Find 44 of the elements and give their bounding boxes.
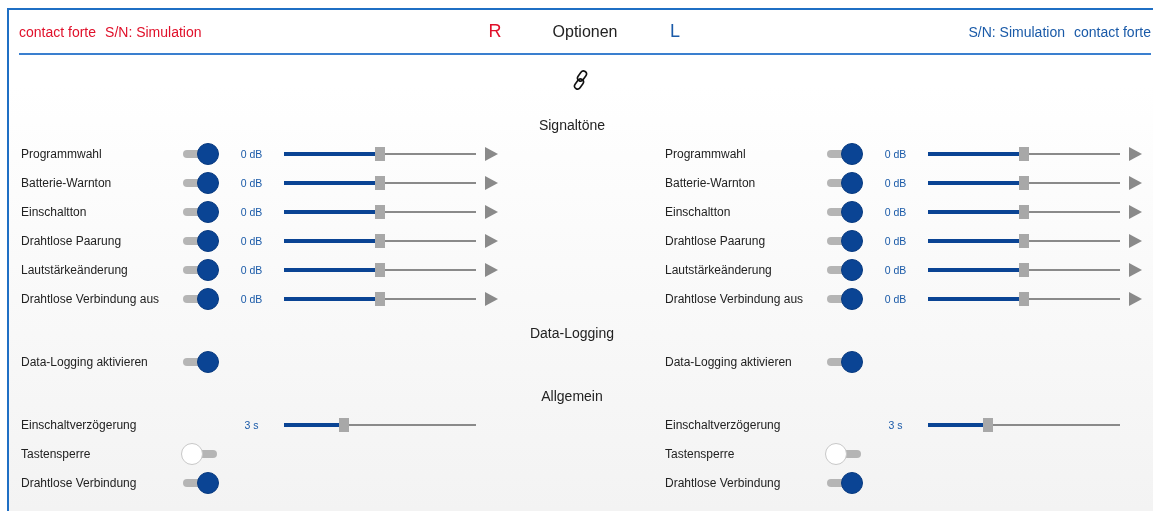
setting-label: Programmwahl xyxy=(21,146,103,161)
setting-label: Batterie-Warnton xyxy=(21,175,113,190)
value-label: 0 dB xyxy=(239,176,264,189)
setting-label: Data-Logging aktivieren xyxy=(665,354,793,369)
value-label: 0 dB xyxy=(883,176,908,189)
setting-label: Einschaltverzögerung xyxy=(665,417,782,432)
setting-label: Drahtlose Verbindung aus xyxy=(21,291,161,306)
setting-label: Programmwahl xyxy=(665,146,747,161)
value-label: 0 dB xyxy=(239,205,264,218)
setting-label: Tastensperre xyxy=(665,446,736,461)
device-name: contact forte xyxy=(1073,23,1151,40)
value-label: 0 dB xyxy=(239,263,264,276)
setting-label: Data-Logging aktivieren xyxy=(21,354,149,369)
setting-label: Lautstärkeänderung xyxy=(21,262,129,277)
page-title: Optionen xyxy=(551,22,619,41)
value-label: 0 dB xyxy=(883,147,908,160)
setting-label: Lautstärkeänderung xyxy=(665,262,773,277)
section-title: Data-Logging xyxy=(528,324,616,343)
setting-label: Drahtlose Verbindung aus xyxy=(665,291,805,306)
value-label: 3 s xyxy=(887,418,904,431)
value-label: 0 dB xyxy=(883,263,908,276)
value-label: 0 dB xyxy=(239,292,264,305)
device-name: contact forte xyxy=(19,23,97,40)
setting-label: Einschaltton xyxy=(665,204,732,219)
setting-label: Einschaltton xyxy=(21,204,88,219)
section-title: Allgemein xyxy=(540,387,604,406)
setting-label: Drahtlose Verbindung xyxy=(21,475,138,490)
value-label: 0 dB xyxy=(239,147,264,160)
setting-label: Tastensperre xyxy=(21,446,92,461)
setting-label: Drahtlose Paarung xyxy=(21,233,123,248)
serial-number: S/N: Simulation xyxy=(105,23,202,40)
setting-label: Einschaltverzögerung xyxy=(21,417,138,432)
value-label: 0 dB xyxy=(239,234,264,247)
value-label: 0 dB xyxy=(883,205,908,218)
side-label: R xyxy=(487,21,503,42)
setting-label: Batterie-Warnton xyxy=(665,175,757,190)
value-label: 0 dB xyxy=(883,292,908,305)
side-label: L xyxy=(669,21,681,42)
value-label: 0 dB xyxy=(883,234,908,247)
setting-label: Drahtlose Verbindung xyxy=(665,475,782,490)
setting-label: Drahtlose Paarung xyxy=(665,233,767,248)
serial-number: S/N: Simulation xyxy=(968,23,1065,40)
value-label: 3 s xyxy=(243,418,260,431)
section-title: Signaltöne xyxy=(537,116,607,135)
